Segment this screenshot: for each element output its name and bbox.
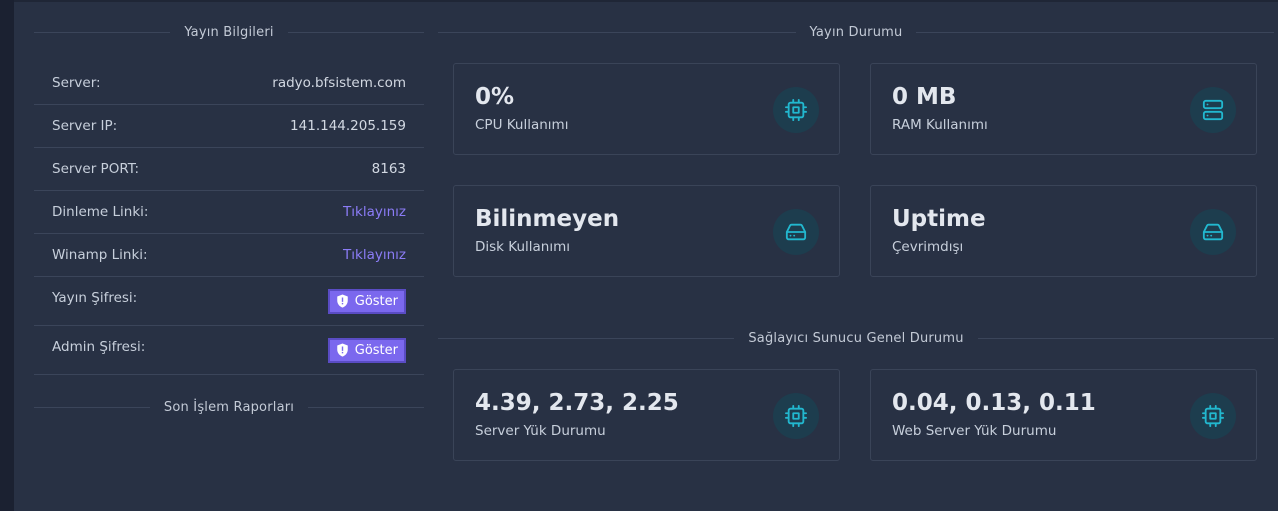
info-row-admin-password: Admin Şifresi: Göster (34, 326, 424, 375)
server-ip-value: 141.144.205.159 (290, 118, 406, 134)
ram-usage-card: 0 MB RAM Kullanımı (870, 63, 1257, 155)
info-row-server-port: Server PORT: 8163 (34, 148, 424, 191)
info-row-server-ip: Server IP: 141.144.205.159 (34, 105, 424, 148)
divider (438, 31, 796, 33)
server-load-value: 4.39, 2.73, 2.25 (475, 390, 679, 416)
shield-icon (337, 294, 348, 308)
divider (977, 337, 1275, 339)
info-row-listen-link: Dinleme Linki: Tıklayınız (34, 191, 424, 234)
yayin-bilgileri-heading: Yayın Bilgileri (34, 22, 424, 42)
divider (34, 406, 150, 408)
divider (287, 31, 424, 33)
server-value: radyo.bfsistem.com (272, 75, 406, 91)
uptime-value: Uptime (892, 206, 986, 232)
show-stream-password-button[interactable]: Göster (327, 288, 406, 314)
hard-drive-icon (773, 209, 819, 255)
server-port-label: Server PORT: (52, 161, 140, 177)
yayin-durumu-heading: Yayın Durumu (438, 22, 1274, 42)
cpu-usage-value: 0% (475, 84, 515, 110)
server-label: Server: (52, 75, 101, 91)
uptime-card: Uptime Çevrimdışı (870, 185, 1257, 277)
admin-password-label: Admin Şifresi: (52, 339, 146, 355)
cpu-usage-card: 0% CPU Kullanımı (453, 63, 840, 155)
ram-usage-value: 0 MB (892, 84, 957, 110)
disk-usage-card: Bilinmeyen Disk Kullanımı (453, 185, 840, 277)
cpu-usage-label: CPU Kullanımı (475, 117, 569, 133)
divider (34, 31, 171, 33)
uptime-label: Çevrimdışı (892, 239, 964, 255)
show-admin-password-button[interactable]: Göster (327, 337, 406, 363)
disk-usage-value: Bilinmeyen (475, 206, 620, 232)
cpu-icon (773, 87, 819, 133)
web-server-load-label: Web Server Yük Durumu (892, 423, 1057, 439)
saglayici-sunucu-heading: Sağlayıcı Sunucu Genel Durumu (438, 328, 1275, 348)
son-islem-raporlari-heading: Son İşlem Raporları (34, 397, 425, 417)
server-icon (1190, 87, 1236, 133)
info-row-stream-password: Yayın Şifresi: Göster (34, 277, 424, 326)
section-title-text: Yayın Bilgileri (184, 24, 274, 40)
server-port-value: 8163 (371, 161, 406, 177)
cpu-icon (1190, 393, 1236, 439)
server-load-label: Server Yük Durumu (475, 423, 606, 439)
divider (916, 31, 1274, 33)
web-server-load-card: 0.04, 0.13, 0.11 Web Server Yük Durumu (870, 369, 1257, 461)
winamp-link[interactable]: Tıklayınız (343, 247, 406, 263)
listen-link[interactable]: Tıklayınız (343, 204, 406, 220)
show-stream-password-label: Göster (354, 293, 398, 309)
stream-password-label: Yayın Şifresi: (52, 290, 138, 306)
server-ip-label: Server IP: (52, 118, 118, 134)
show-admin-password-label: Göster (354, 342, 398, 358)
info-row-server: Server: radyo.bfsistem.com (34, 62, 424, 105)
section-title-text: Son İşlem Raporları (163, 399, 295, 415)
info-row-winamp-link: Winamp Linki: Tıklayınız (34, 234, 424, 277)
hard-drive-icon (1190, 209, 1236, 255)
stream-info-list: Server: radyo.bfsistem.com Server IP: 14… (34, 62, 424, 375)
divider (438, 337, 735, 339)
section-title-text: Yayın Durumu (809, 24, 903, 40)
ram-usage-label: RAM Kullanımı (892, 117, 988, 133)
disk-usage-label: Disk Kullanımı (475, 239, 571, 255)
cpu-icon (773, 393, 819, 439)
divider (308, 406, 425, 408)
section-title-text: Sağlayıcı Sunucu Genel Durumu (748, 330, 964, 346)
web-server-load-value: 0.04, 0.13, 0.11 (892, 390, 1096, 416)
shield-icon (337, 343, 348, 357)
top-edge-bar (14, 0, 1278, 2)
winamp-link-label: Winamp Linki: (52, 247, 148, 263)
server-load-card: 4.39, 2.73, 2.25 Server Yük Durumu (453, 369, 840, 461)
listen-link-label: Dinleme Linki: (52, 204, 149, 220)
left-edge-bar (0, 0, 14, 511)
